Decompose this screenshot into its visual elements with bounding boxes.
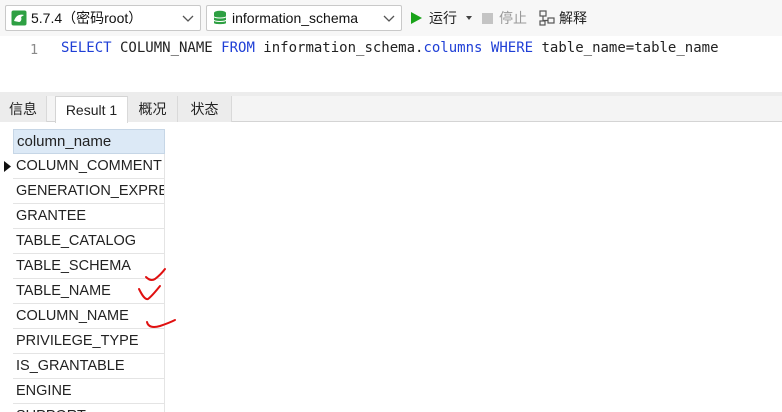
tab-status[interactable]: 状态 [178,96,232,122]
tab-result-1[interactable]: Result 1 [55,96,128,123]
query-window: 5.7.4（密码root） information_schema 运行 停止 解… [0,0,782,412]
explain-button[interactable]: 解释 [539,8,587,28]
explain-icon [539,10,555,26]
stop-button[interactable]: 停止 [482,8,527,28]
tab-profile[interactable]: 概况 [128,96,178,122]
explain-label: 解释 [559,10,587,26]
sql-keyword: columns [423,40,483,56]
line-number: 1 [30,42,39,58]
sql-code-line[interactable]: SELECT COLUMN_NAME FROM information_sche… [61,40,719,56]
play-icon [411,12,422,24]
result-grid: column_name COLUMN_COMMENT GENERATION_EXP… [0,123,782,412]
table-row[interactable]: GRANTEE [13,204,165,229]
table-row[interactable]: TABLE_SCHEMA [13,254,165,279]
database-icon [213,10,227,25]
run-button[interactable]: 运行 [409,8,473,28]
toolbar: 5.7.4（密码root） information_schema 运行 停止 解… [0,0,782,36]
chevron-down-icon[interactable] [181,10,195,26]
stop-icon [482,12,493,24]
table-row[interactable]: IS_GRANTABLE [13,354,165,379]
run-label: 运行 [429,10,457,26]
connection-label: 5.7.4（密码root） [31,10,143,26]
current-row-arrow-icon [4,161,11,172]
database-select[interactable]: information_schema [206,5,402,31]
table-row[interactable]: SUPPORT [13,404,165,412]
sql-keyword: SELECT [61,40,112,56]
table-row[interactable]: COLUMN_COMMENT [13,154,165,179]
chevron-down-icon[interactable] [382,10,396,26]
connection-select[interactable]: 5.7.4（密码root） [5,5,201,31]
table-row[interactable]: COLUMN_NAME [13,304,165,329]
result-tabs: 信息 Result 1 概况 状态 [0,96,782,123]
column-header-column-name[interactable]: column_name [13,129,165,154]
sql-text: information_schema. [254,40,424,56]
table-row[interactable]: TABLE_CATALOG [13,229,165,254]
sql-text: COLUMN_NAME [111,40,222,56]
tab-info[interactable]: 信息 [0,96,47,122]
sql-text: table_name=table_name [533,40,719,56]
sql-editor[interactable]: 1 SELECT COLUMN_NAME FROM information_sc… [0,36,782,92]
stop-label: 停止 [499,10,527,26]
table-row[interactable]: GENERATION_EXPRESSION [13,179,165,204]
table-row[interactable]: ENGINE [13,379,165,404]
table-row[interactable]: TABLE_NAME [13,279,165,304]
caret-down-icon[interactable] [465,14,473,22]
grid-rows: COLUMN_COMMENTGENERATION_EXPRESSIONGRANT… [13,154,165,412]
sql-keyword: WHERE [490,40,534,56]
table-row[interactable]: PRIVILEGE_TYPE [13,329,165,354]
sql-keyword: FROM [221,40,255,56]
database-label: information_schema [232,10,359,26]
mysql-connection-icon [11,10,27,26]
